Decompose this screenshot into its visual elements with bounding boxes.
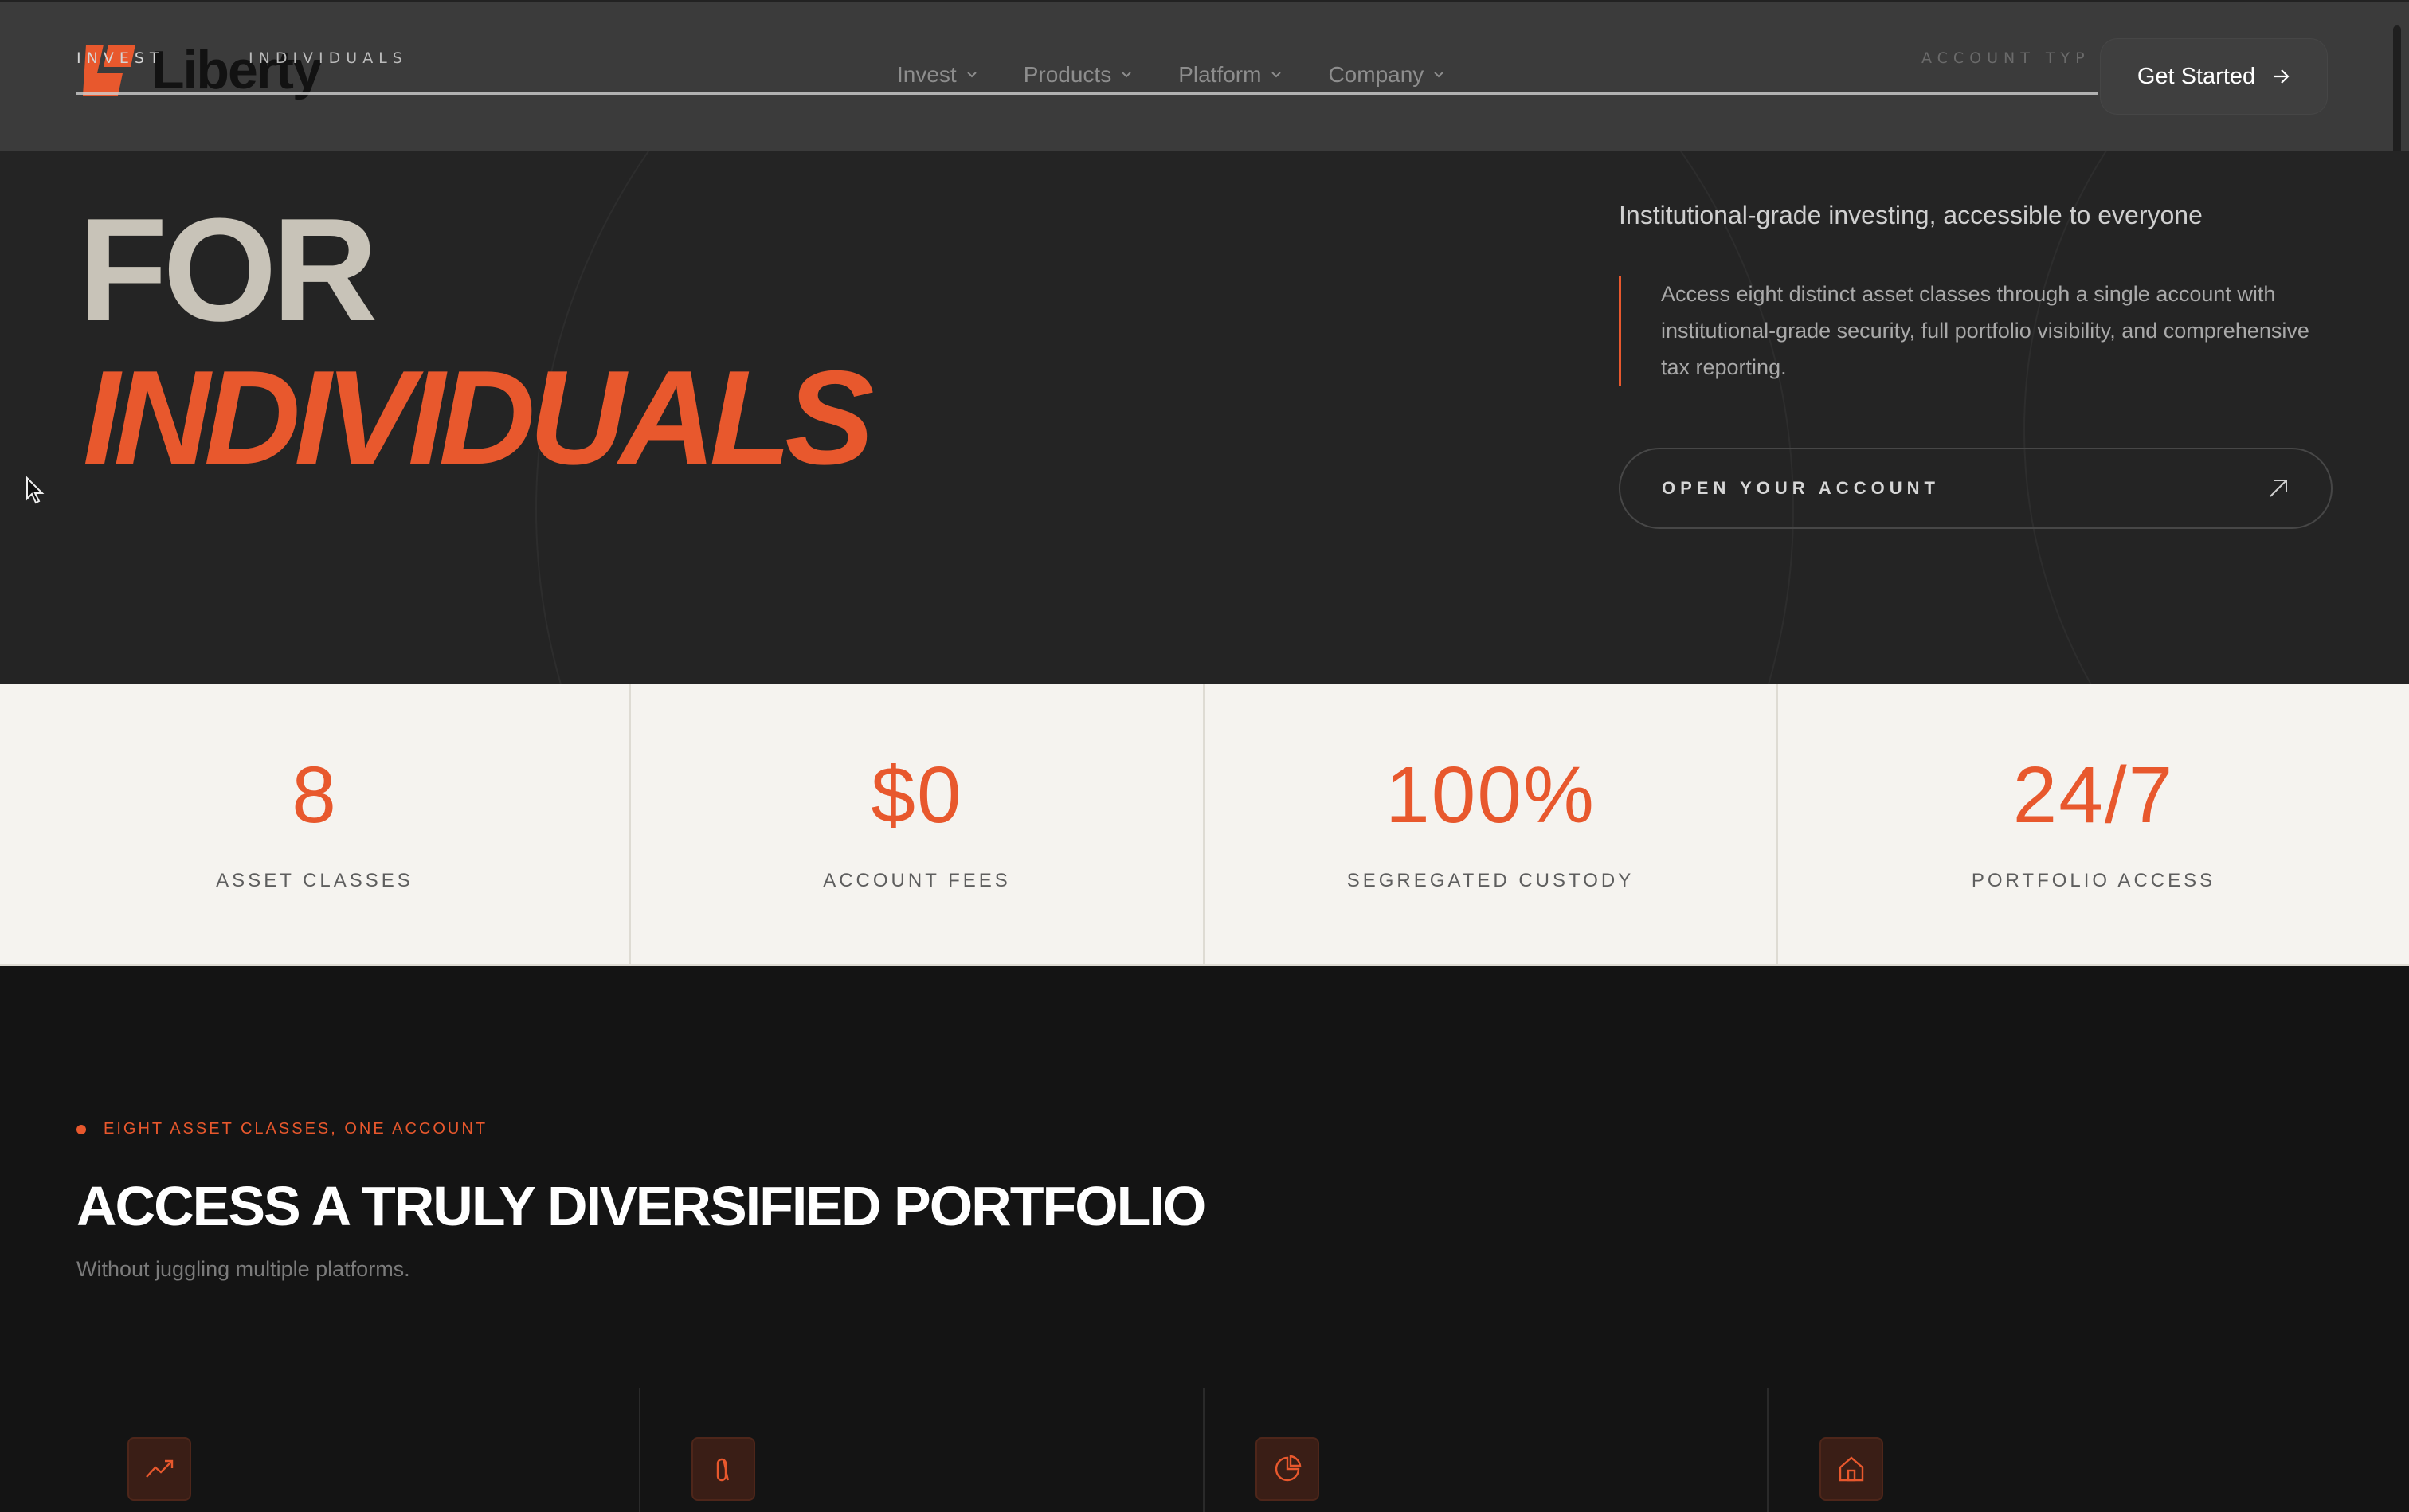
open-account-label: OPEN YOUR ACCOUNT: [1662, 478, 1940, 498]
stat-label: ASSET CLASSES: [216, 870, 413, 891]
stat-segregated-custody: 100% SEGREGATED CUSTODY: [1204, 684, 1778, 964]
hero-lead: Institutional-grade investing, accessibl…: [1619, 201, 2203, 229]
header-divider: [76, 92, 2098, 95]
nav-products-label: Products: [1023, 62, 1112, 87]
breadcrumb-invest[interactable]: INVEST: [76, 49, 165, 67]
section-subtitle: Without juggling multiple platforms.: [76, 1257, 410, 1281]
eyebrow-dot: [76, 1124, 86, 1134]
section-eyebrow: EIGHT ASSET CLASSES, ONE ACCOUNT: [76, 1120, 488, 1138]
get-started-label: Get Started: [2137, 63, 2256, 89]
nav-platform-label: Platform: [1178, 62, 1262, 87]
nav-products[interactable]: Products: [1024, 62, 1133, 88]
nav-company[interactable]: Company: [1328, 62, 1444, 88]
hero-section: FOR INDIVIDUALS Institutional-grade inve…: [0, 151, 2409, 684]
main-nav: Invest Products Platform Company: [897, 62, 1444, 88]
nav-invest-label: Invest: [897, 62, 957, 87]
stat-label: SEGREGATED CUSTODY: [1346, 870, 1635, 891]
arrow-right-icon: [2274, 69, 2290, 84]
decorative-ring: [2023, 151, 2409, 684]
chevron-down-icon: [1271, 72, 1282, 78]
trending-up-icon: [127, 1437, 191, 1501]
breadcrumb-account-types[interactable]: ACCOUNT TYP: [1921, 49, 2090, 67]
stats-bar: 8 ASSET CLASSES $0 ACCOUNT FEES 100% SEG…: [0, 684, 2409, 966]
stat-portfolio-access: 24/7 PORTFOLIO ACCESS: [1778, 684, 2409, 964]
eyebrow-text: EIGHT ASSET CLASSES, ONE ACCOUNT: [104, 1120, 488, 1138]
arrow-up-right-icon: [2270, 480, 2287, 497]
bar-icon: [691, 1437, 755, 1501]
open-account-button[interactable]: OPEN YOUR ACCOUNT: [1619, 448, 2333, 529]
section-title: ACCESS A TRULY DIVERSIFIED PORTFOLIO: [76, 1175, 1206, 1237]
chevron-down-icon: [966, 72, 977, 78]
column-divider: [1767, 1388, 1769, 1512]
stat-value: 8: [292, 750, 338, 840]
asset-class-grid: [0, 1388, 2409, 1512]
stat-label: PORTFOLIO ACCESS: [1971, 870, 2216, 891]
breadcrumb-individuals[interactable]: INDIVIDUALS: [249, 49, 408, 67]
nav-platform[interactable]: Platform: [1178, 62, 1282, 88]
hero-description: Access eight distinct asset classes thro…: [1619, 276, 2344, 386]
home-icon: [1819, 1437, 1883, 1501]
site-header: Liberty INVEST INDIVIDUALS ACCOUNT TYP I…: [0, 0, 2409, 182]
mouse-cursor-icon: [26, 476, 45, 504]
chevron-down-icon: [1434, 72, 1444, 78]
stat-label: ACCOUNT FEES: [823, 870, 1011, 891]
hero-title-line2: INDIVIDUALS: [83, 343, 874, 492]
chevron-down-icon: [1122, 72, 1131, 78]
stat-value: 24/7: [2012, 750, 2175, 840]
get-started-button[interactable]: Get Started: [2100, 37, 2328, 115]
stat-value: $0: [871, 750, 963, 840]
stat-value: 100%: [1385, 750, 1596, 840]
stat-account-fees: $0 ACCOUNT FEES: [631, 684, 1204, 964]
stat-asset-classes: 8 ASSET CLASSES: [0, 684, 631, 964]
pie-chart-icon: [1255, 1437, 1319, 1501]
column-divider: [639, 1388, 640, 1512]
nav-invest[interactable]: Invest: [897, 62, 977, 88]
nav-company-label: Company: [1328, 62, 1424, 87]
hero-title-line1: FOR: [78, 187, 378, 351]
column-divider: [1203, 1388, 1204, 1512]
